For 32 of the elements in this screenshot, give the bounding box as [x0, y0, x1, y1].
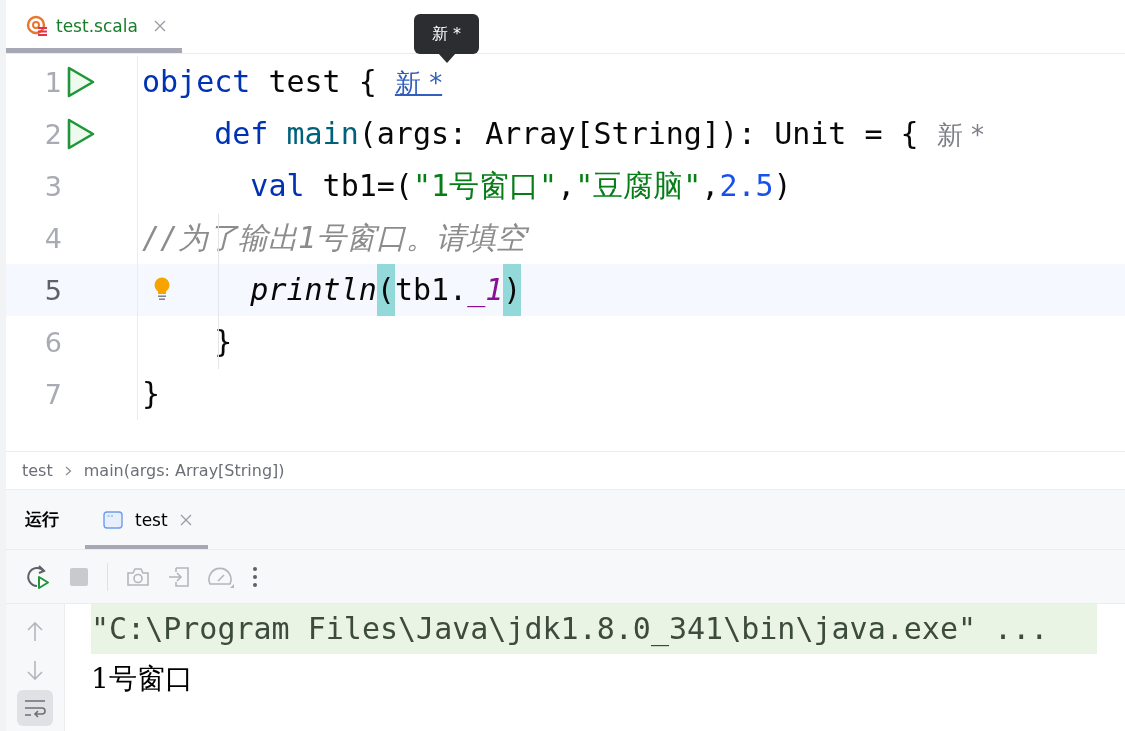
code-line: object test { 新 *	[142, 62, 443, 101]
code-line: }	[142, 375, 161, 413]
tooltip-pointer	[437, 53, 456, 63]
close-icon[interactable]	[179, 513, 192, 526]
lightbulb-icon[interactable]	[153, 277, 171, 301]
scala-file-icon	[26, 15, 48, 37]
breadcrumb-item[interactable]: main(args: Array[String])	[83, 461, 285, 480]
line-number: 4	[43, 222, 62, 254]
run-icon[interactable]	[66, 66, 96, 98]
chevron-icon	[64, 465, 72, 476]
rerun-icon[interactable]	[25, 563, 51, 590]
line-number: 7	[43, 378, 62, 410]
line-number: 1	[43, 66, 62, 98]
code-line: val tb1=("1号窗口","豆腐脑",2.5)	[249, 167, 792, 205]
code-line: }	[213, 323, 233, 361]
line-number: 3	[43, 170, 62, 202]
code-line: println(tb1._1)	[142, 264, 522, 316]
code-line: def main(args: Array[String]): Unit = { 新 *	[213, 114, 984, 153]
close-icon[interactable]	[153, 20, 166, 32]
more-icon[interactable]	[252, 565, 258, 588]
tooltip: 新 *	[414, 14, 480, 54]
console-output: 1号窗口	[91, 661, 194, 697]
code-line: //为了输出1号窗口。请填空	[142, 219, 527, 257]
line-number: 6	[43, 326, 62, 358]
line-number: 5	[43, 274, 62, 306]
panel-title: 运行	[25, 508, 60, 531]
console-icon	[103, 510, 123, 529]
breadcrumb-item[interactable]: test	[22, 461, 53, 480]
soft-wrap-icon[interactable]	[17, 690, 53, 726]
file-tab[interactable]: test.scala	[6, 0, 182, 53]
line-number: 2	[43, 118, 62, 150]
run-icon[interactable]	[66, 118, 96, 150]
